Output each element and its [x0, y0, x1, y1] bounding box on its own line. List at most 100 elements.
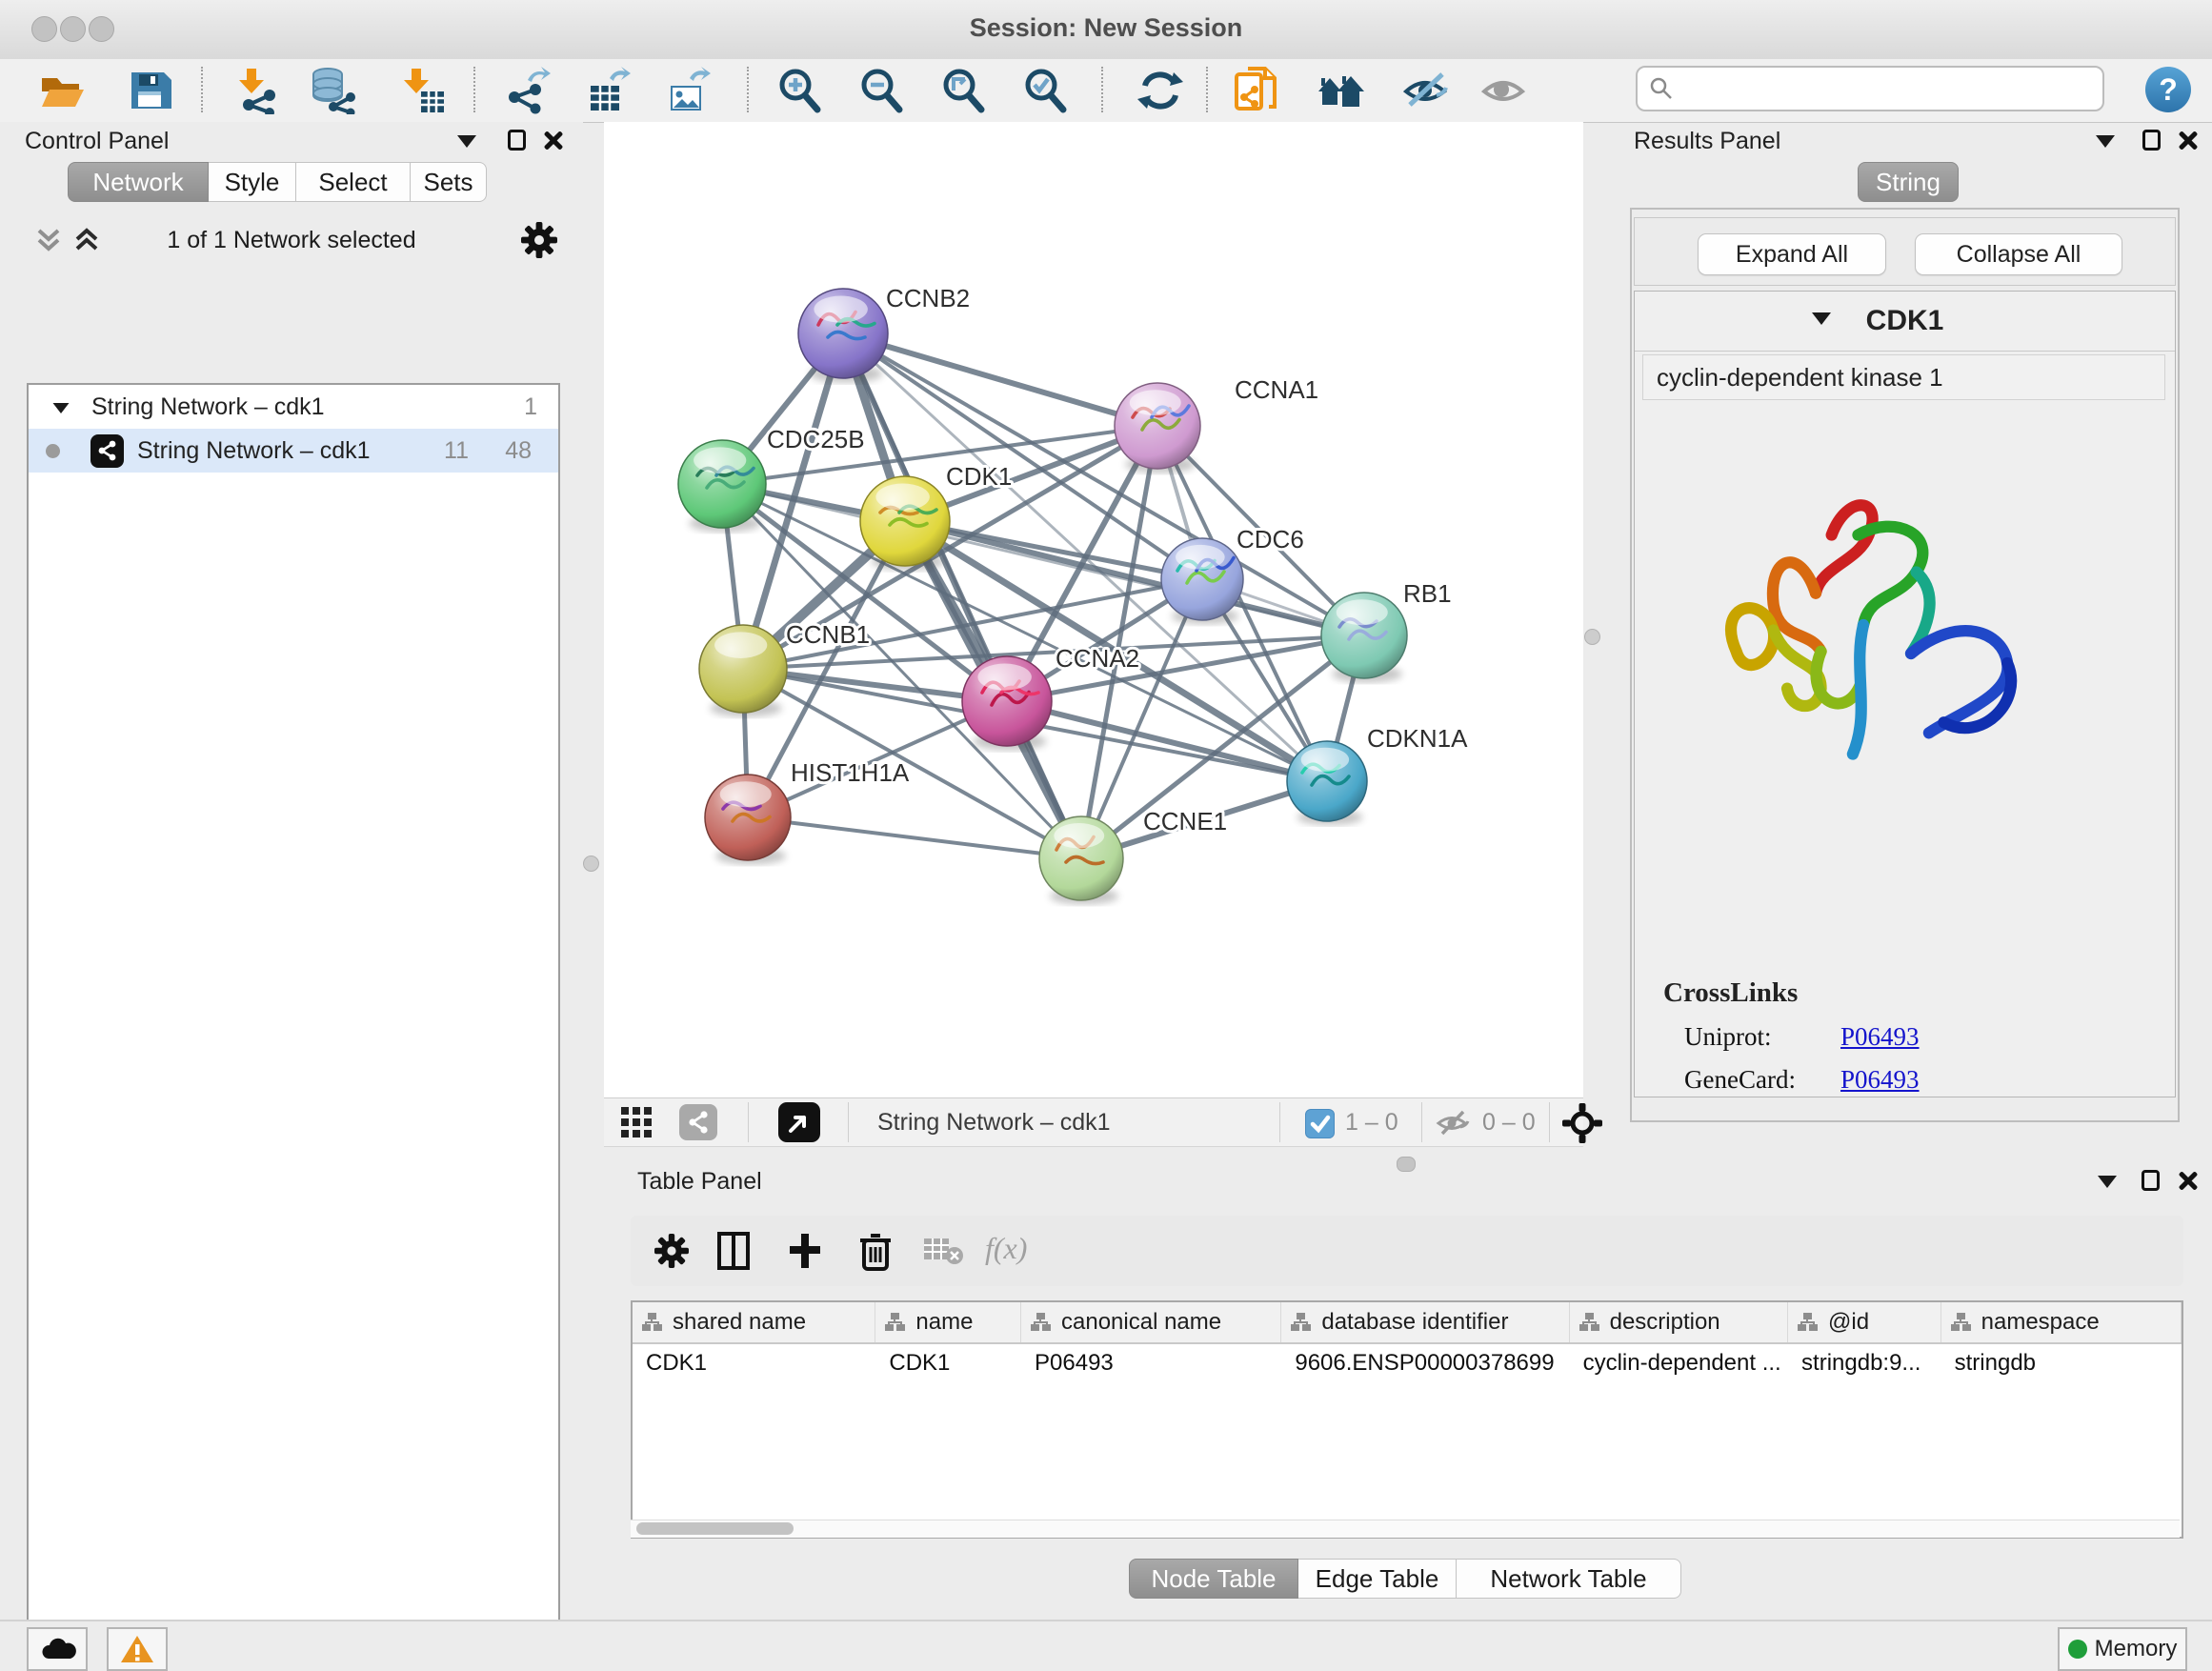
node-CDKN1A[interactable]: CDKN1A — [1287, 724, 1468, 825]
float-panel-icon[interactable] — [508, 130, 526, 155]
tab-edge-table[interactable]: Edge Table — [1298, 1559, 1457, 1599]
home-pages-icon[interactable] — [1315, 67, 1364, 114]
node-label-CCNB2: CCNB2 — [886, 284, 970, 312]
cell--id[interactable]: stringdb:9... — [1788, 1344, 1941, 1384]
string-import-icon[interactable] — [1233, 67, 1282, 114]
cell-shared-name[interactable]: CDK1 — [633, 1344, 875, 1384]
node-CDC6[interactable]: CDC6 — [1161, 525, 1304, 624]
node-CCNE1[interactable]: CCNE1 — [1039, 807, 1227, 904]
node-RB1[interactable]: RB1 — [1321, 579, 1452, 683]
collapse-all-button[interactable]: Collapse All — [1915, 233, 2122, 275]
birdseye-view-icon[interactable] — [778, 1102, 820, 1142]
grid-view-icon[interactable] — [621, 1107, 655, 1144]
tab-style[interactable]: Style — [209, 162, 296, 202]
table-options-gear-icon[interactable] — [652, 1231, 694, 1273]
scrollbar-thumb[interactable] — [636, 1522, 794, 1535]
edge-CCNA2-CDKN1A[interactable] — [1007, 701, 1327, 781]
zoom-out-icon[interactable] — [857, 67, 907, 114]
open-session-icon[interactable] — [38, 67, 88, 114]
zoom-in-icon[interactable] — [775, 67, 825, 114]
right-splitter-handle[interactable] — [1584, 629, 1600, 645]
memory-button[interactable]: Memory — [2058, 1627, 2187, 1671]
cell-database-identifier[interactable]: 9606.ENSP00000378699 — [1281, 1344, 1569, 1384]
column-header--id[interactable]: @id — [1788, 1302, 1941, 1342]
memory-label: Memory — [2095, 1636, 2178, 1662]
node-CDK1[interactable]: CDK1 — [860, 462, 1012, 571]
node-HIST1H1A[interactable]: HIST1H1A — [705, 758, 910, 865]
table-horizontal-scrollbar[interactable] — [631, 1520, 2180, 1538]
export-image-icon[interactable] — [663, 67, 713, 114]
column-header-description[interactable]: description — [1570, 1302, 1788, 1342]
add-column-icon[interactable] — [785, 1231, 827, 1273]
warnings-button[interactable] — [107, 1627, 168, 1671]
network-options-gear-icon[interactable] — [518, 219, 560, 266]
tab-node-table[interactable]: Node Table — [1129, 1559, 1298, 1599]
import-network-database-icon[interactable] — [307, 67, 356, 114]
edge-HIST1H1A-CCNE1[interactable] — [748, 817, 1081, 858]
close-panel-icon[interactable] — [2178, 1170, 2199, 1196]
node-CCNA2[interactable]: CCNA2 — [962, 644, 1139, 751]
left-splitter-handle[interactable] — [583, 856, 599, 872]
tab-sets[interactable]: Sets — [411, 162, 487, 202]
tab-network[interactable]: Network — [68, 162, 209, 202]
float-panel-icon[interactable] — [2142, 130, 2161, 155]
column-header-name[interactable]: name — [875, 1302, 1021, 1342]
column-header-namespace[interactable]: namespace — [1941, 1302, 2182, 1342]
column-header-database-identifier[interactable]: database identifier — [1281, 1302, 1569, 1342]
show-columns-icon[interactable] — [714, 1231, 756, 1273]
function-builder-icon[interactable]: f(x) — [985, 1231, 1027, 1273]
gene-section-header[interactable]: CDK1 — [1635, 292, 2175, 352]
clear-table-icon[interactable] — [922, 1231, 964, 1273]
expand-all-button[interactable]: Expand All — [1698, 233, 1886, 275]
toolbar-search[interactable] — [1636, 66, 2104, 111]
selected-checkbox-icon[interactable] — [1305, 1109, 1335, 1138]
import-network-file-icon[interactable] — [233, 67, 283, 114]
string-network-graph[interactable]: CCNB2CCNA1CDC25BCDK1CDC6RB1CCNB1CCNA2CDK… — [604, 122, 1583, 1097]
export-network-icon[interactable] — [503, 67, 553, 114]
network-view-canvas[interactable]: CCNB2CCNA1CDC25BCDK1CDC6RB1CCNB1CCNA2CDK… — [604, 122, 1583, 1097]
node-CCNB2[interactable]: CCNB2 — [798, 284, 970, 383]
import-table-file-icon[interactable] — [398, 67, 448, 114]
current-network-title: String Network – cdk1 — [877, 1109, 1111, 1137]
panel-menu-icon[interactable] — [2096, 135, 2115, 152]
delete-column-trash-icon[interactable] — [855, 1231, 897, 1273]
crosslink-link[interactable]: P06493 — [1840, 1022, 1920, 1052]
search-input[interactable] — [1681, 74, 2102, 104]
network-icon-badge[interactable] — [679, 1104, 717, 1140]
panel-menu-icon[interactable] — [457, 135, 476, 152]
close-panel-icon[interactable] — [2178, 130, 2199, 155]
show-all-eye-icon[interactable] — [1478, 67, 1528, 114]
network-collection-row[interactable]: String Network – cdk1 1 — [29, 385, 558, 429]
tab-select[interactable]: Select — [296, 162, 411, 202]
fit-content-crosshair-icon[interactable] — [1562, 1103, 1602, 1148]
table-row[interactable]: CDK1CDK1P064939606.ENSP00000378699cyclin… — [633, 1344, 2182, 1384]
node-table[interactable]: shared namenamecanonical namedatabase id… — [631, 1300, 2183, 1539]
cloud-status-button[interactable] — [27, 1627, 88, 1671]
float-panel-icon[interactable] — [2142, 1170, 2160, 1196]
crosslink-link[interactable]: P06493 — [1840, 1065, 1920, 1095]
zoom-selected-icon[interactable] — [1021, 67, 1071, 114]
save-session-icon[interactable] — [126, 67, 175, 114]
column-header-shared-name[interactable]: shared name — [633, 1302, 875, 1342]
node-CCNA1[interactable]: CCNA1 — [1115, 375, 1318, 473]
collection-collapse-icon[interactable] — [51, 393, 70, 421]
cell-description[interactable]: cyclin-dependent ... — [1570, 1344, 1788, 1384]
apply-layout-icon[interactable] — [1136, 67, 1185, 114]
column-header-canonical-name[interactable]: canonical name — [1021, 1302, 1281, 1342]
panel-menu-icon[interactable] — [2098, 1176, 2117, 1193]
cell-name[interactable]: CDK1 — [875, 1344, 1021, 1384]
zoom-fit-icon[interactable] — [939, 67, 989, 114]
help-button[interactable]: ? — [2145, 67, 2191, 112]
cell-canonical-name[interactable]: P06493 — [1021, 1344, 1281, 1384]
window-title: Session: New Session — [0, 13, 2212, 43]
export-table-icon[interactable] — [583, 67, 633, 114]
edge-CCNB2-CCNA1[interactable] — [843, 333, 1157, 426]
cell-namespace[interactable]: stringdb — [1941, 1344, 2182, 1384]
hide-selected-eye-icon[interactable] — [1400, 67, 1450, 114]
network-row[interactable]: String Network – cdk1 11 48 — [29, 429, 558, 473]
tab-string[interactable]: String — [1858, 162, 1959, 202]
control-panel-tabs: Network Style Select Sets — [68, 162, 487, 202]
tab-network-table[interactable]: Network Table — [1457, 1559, 1681, 1599]
close-panel-icon[interactable] — [543, 130, 564, 155]
crosslink-row: GeneCard:P06493 — [1684, 1065, 2175, 1095]
